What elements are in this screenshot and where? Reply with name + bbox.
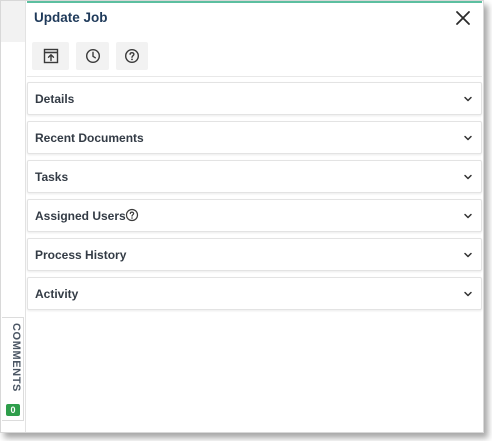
close-icon bbox=[456, 11, 470, 25]
section-process-history[interactable]: Process History bbox=[27, 238, 482, 271]
chevron-down-icon bbox=[464, 291, 472, 297]
panel-title: Update Job bbox=[34, 10, 108, 25]
close-button[interactable] bbox=[454, 9, 472, 27]
comments-count-badge: 0 bbox=[6, 404, 20, 416]
clock-icon bbox=[85, 48, 100, 64]
history-button[interactable] bbox=[76, 42, 109, 70]
section-activity[interactable]: Activity bbox=[27, 277, 482, 310]
sidebar-top-area bbox=[1, 1, 25, 42]
panel-header: Update Job bbox=[27, 3, 482, 37]
chevron-down-icon bbox=[464, 252, 472, 258]
section-label: Activity bbox=[35, 287, 79, 301]
section-label: Tasks bbox=[35, 170, 69, 184]
chevron-down-icon bbox=[464, 96, 472, 102]
chevron-down-icon bbox=[464, 135, 472, 141]
section-label: Details bbox=[35, 92, 75, 106]
section-label: Recent Documents bbox=[35, 131, 144, 145]
panel-toolbar bbox=[27, 38, 482, 77]
comments-tab-label[interactable]: COMMENTS bbox=[4, 323, 22, 395]
section-label: Process History bbox=[35, 248, 127, 262]
open-in-window-icon bbox=[43, 48, 58, 64]
help-button[interactable] bbox=[116, 42, 148, 70]
section-details[interactable]: Details bbox=[27, 82, 482, 115]
chevron-down-icon bbox=[464, 174, 472, 180]
update-job-panel: Update Job Details Recent Documents Task… bbox=[27, 1, 482, 432]
section-recent-documents[interactable]: Recent Documents bbox=[27, 121, 482, 154]
section-assigned-users[interactable]: Assigned Users bbox=[27, 199, 482, 232]
chevron-down-icon bbox=[464, 213, 472, 219]
update-job-window: COMMENTS 0 Update Job Details Recent Doc… bbox=[0, 0, 484, 433]
open-in-window-button[interactable] bbox=[32, 42, 69, 70]
help-icon bbox=[124, 48, 140, 64]
section-label: Assigned Users bbox=[35, 209, 126, 223]
section-tasks[interactable]: Tasks bbox=[27, 160, 482, 193]
help-icon[interactable] bbox=[125, 208, 139, 222]
